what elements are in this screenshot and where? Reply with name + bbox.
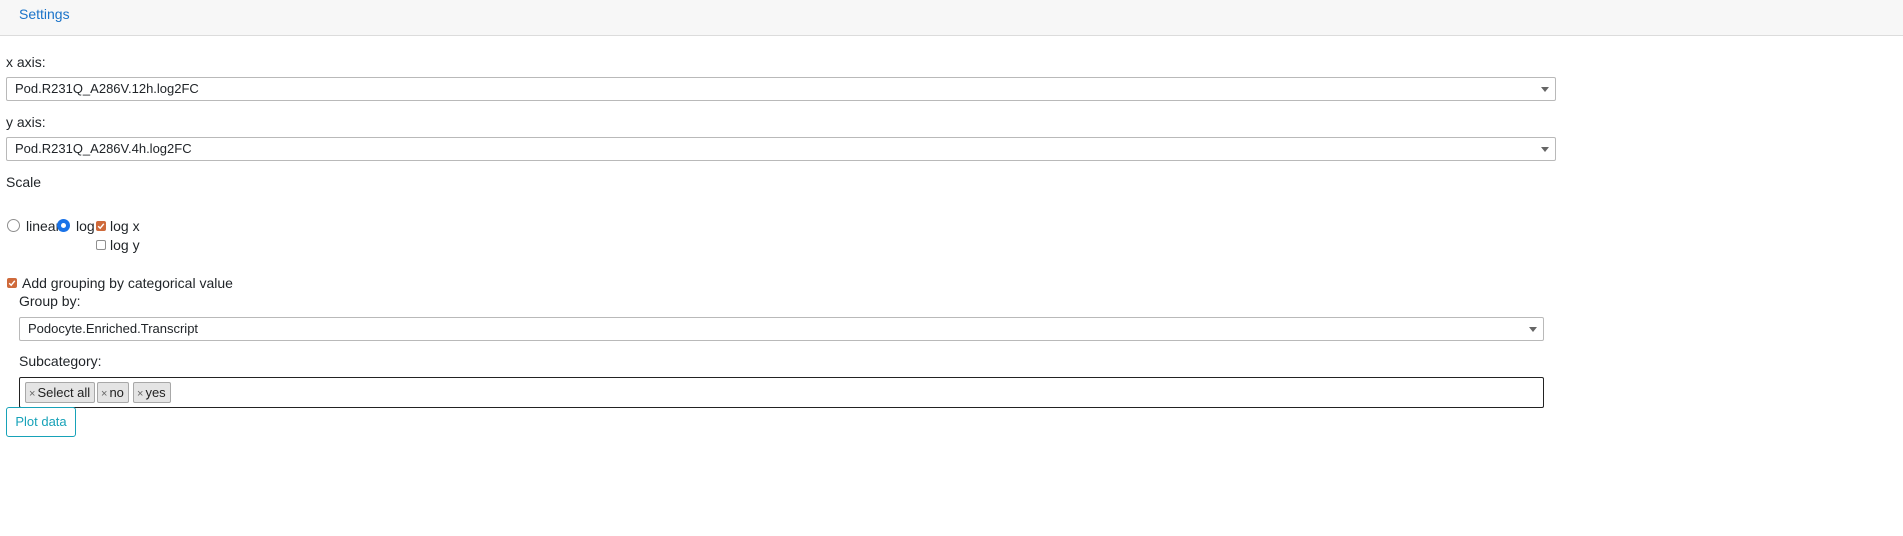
y-axis-select[interactable]: Pod.R231Q_A286V.4h.log2FC	[6, 137, 1556, 161]
log-y-checkbox[interactable]	[96, 240, 106, 250]
tag-select-all: × Select all	[25, 382, 96, 403]
settings-header: Settings	[0, 0, 1903, 36]
scale-log-label: log	[76, 218, 95, 234]
tag-yes: × yes	[133, 382, 171, 403]
log-y-label: log y	[110, 237, 140, 253]
group-by-selected-value: Podocyte.Enriched.Transcript	[28, 321, 199, 336]
x-axis-select[interactable]: Pod.R231Q_A286V.12h.log2FC	[6, 77, 1556, 101]
check-icon	[8, 280, 16, 287]
scale-linear-radio[interactable]	[7, 219, 20, 232]
tag-label: no	[109, 385, 124, 400]
group-by-label: Group by:	[19, 293, 81, 309]
remove-tag-icon[interactable]: ×	[29, 388, 35, 400]
chevron-down-icon	[1541, 147, 1549, 152]
scale-label: Scale	[6, 174, 42, 190]
y-axis-label: y axis:	[6, 114, 46, 130]
check-icon	[97, 223, 105, 230]
x-axis-label: x axis:	[6, 54, 46, 70]
tag-label: yes	[145, 385, 166, 400]
grouping-checkbox[interactable]	[7, 278, 17, 288]
settings-tab[interactable]: Settings	[19, 6, 70, 22]
remove-tag-icon[interactable]: ×	[101, 388, 107, 400]
subcategory-label: Subcategory:	[19, 353, 102, 369]
chevron-down-icon	[1541, 87, 1549, 92]
tag-label: Select all	[37, 385, 91, 400]
grouping-checkbox-label: Add grouping by categorical value	[22, 275, 233, 291]
tag-no: × no	[97, 382, 129, 403]
scale-linear-label: linear	[26, 218, 61, 234]
remove-tag-icon[interactable]: ×	[137, 388, 143, 400]
scale-log-radio[interactable]	[57, 219, 70, 232]
log-x-checkbox[interactable]	[96, 221, 106, 231]
plot-data-button[interactable]: Plot data	[6, 407, 76, 437]
y-axis-selected-value: Pod.R231Q_A286V.4h.log2FC	[15, 141, 192, 156]
log-x-label: log x	[110, 218, 140, 234]
group-by-select[interactable]: Podocyte.Enriched.Transcript	[19, 317, 1544, 341]
x-axis-selected-value: Pod.R231Q_A286V.12h.log2FC	[15, 81, 199, 96]
chevron-down-icon	[1529, 327, 1537, 332]
subcategory-multiselect[interactable]: × Select all × no × yes	[19, 377, 1544, 408]
